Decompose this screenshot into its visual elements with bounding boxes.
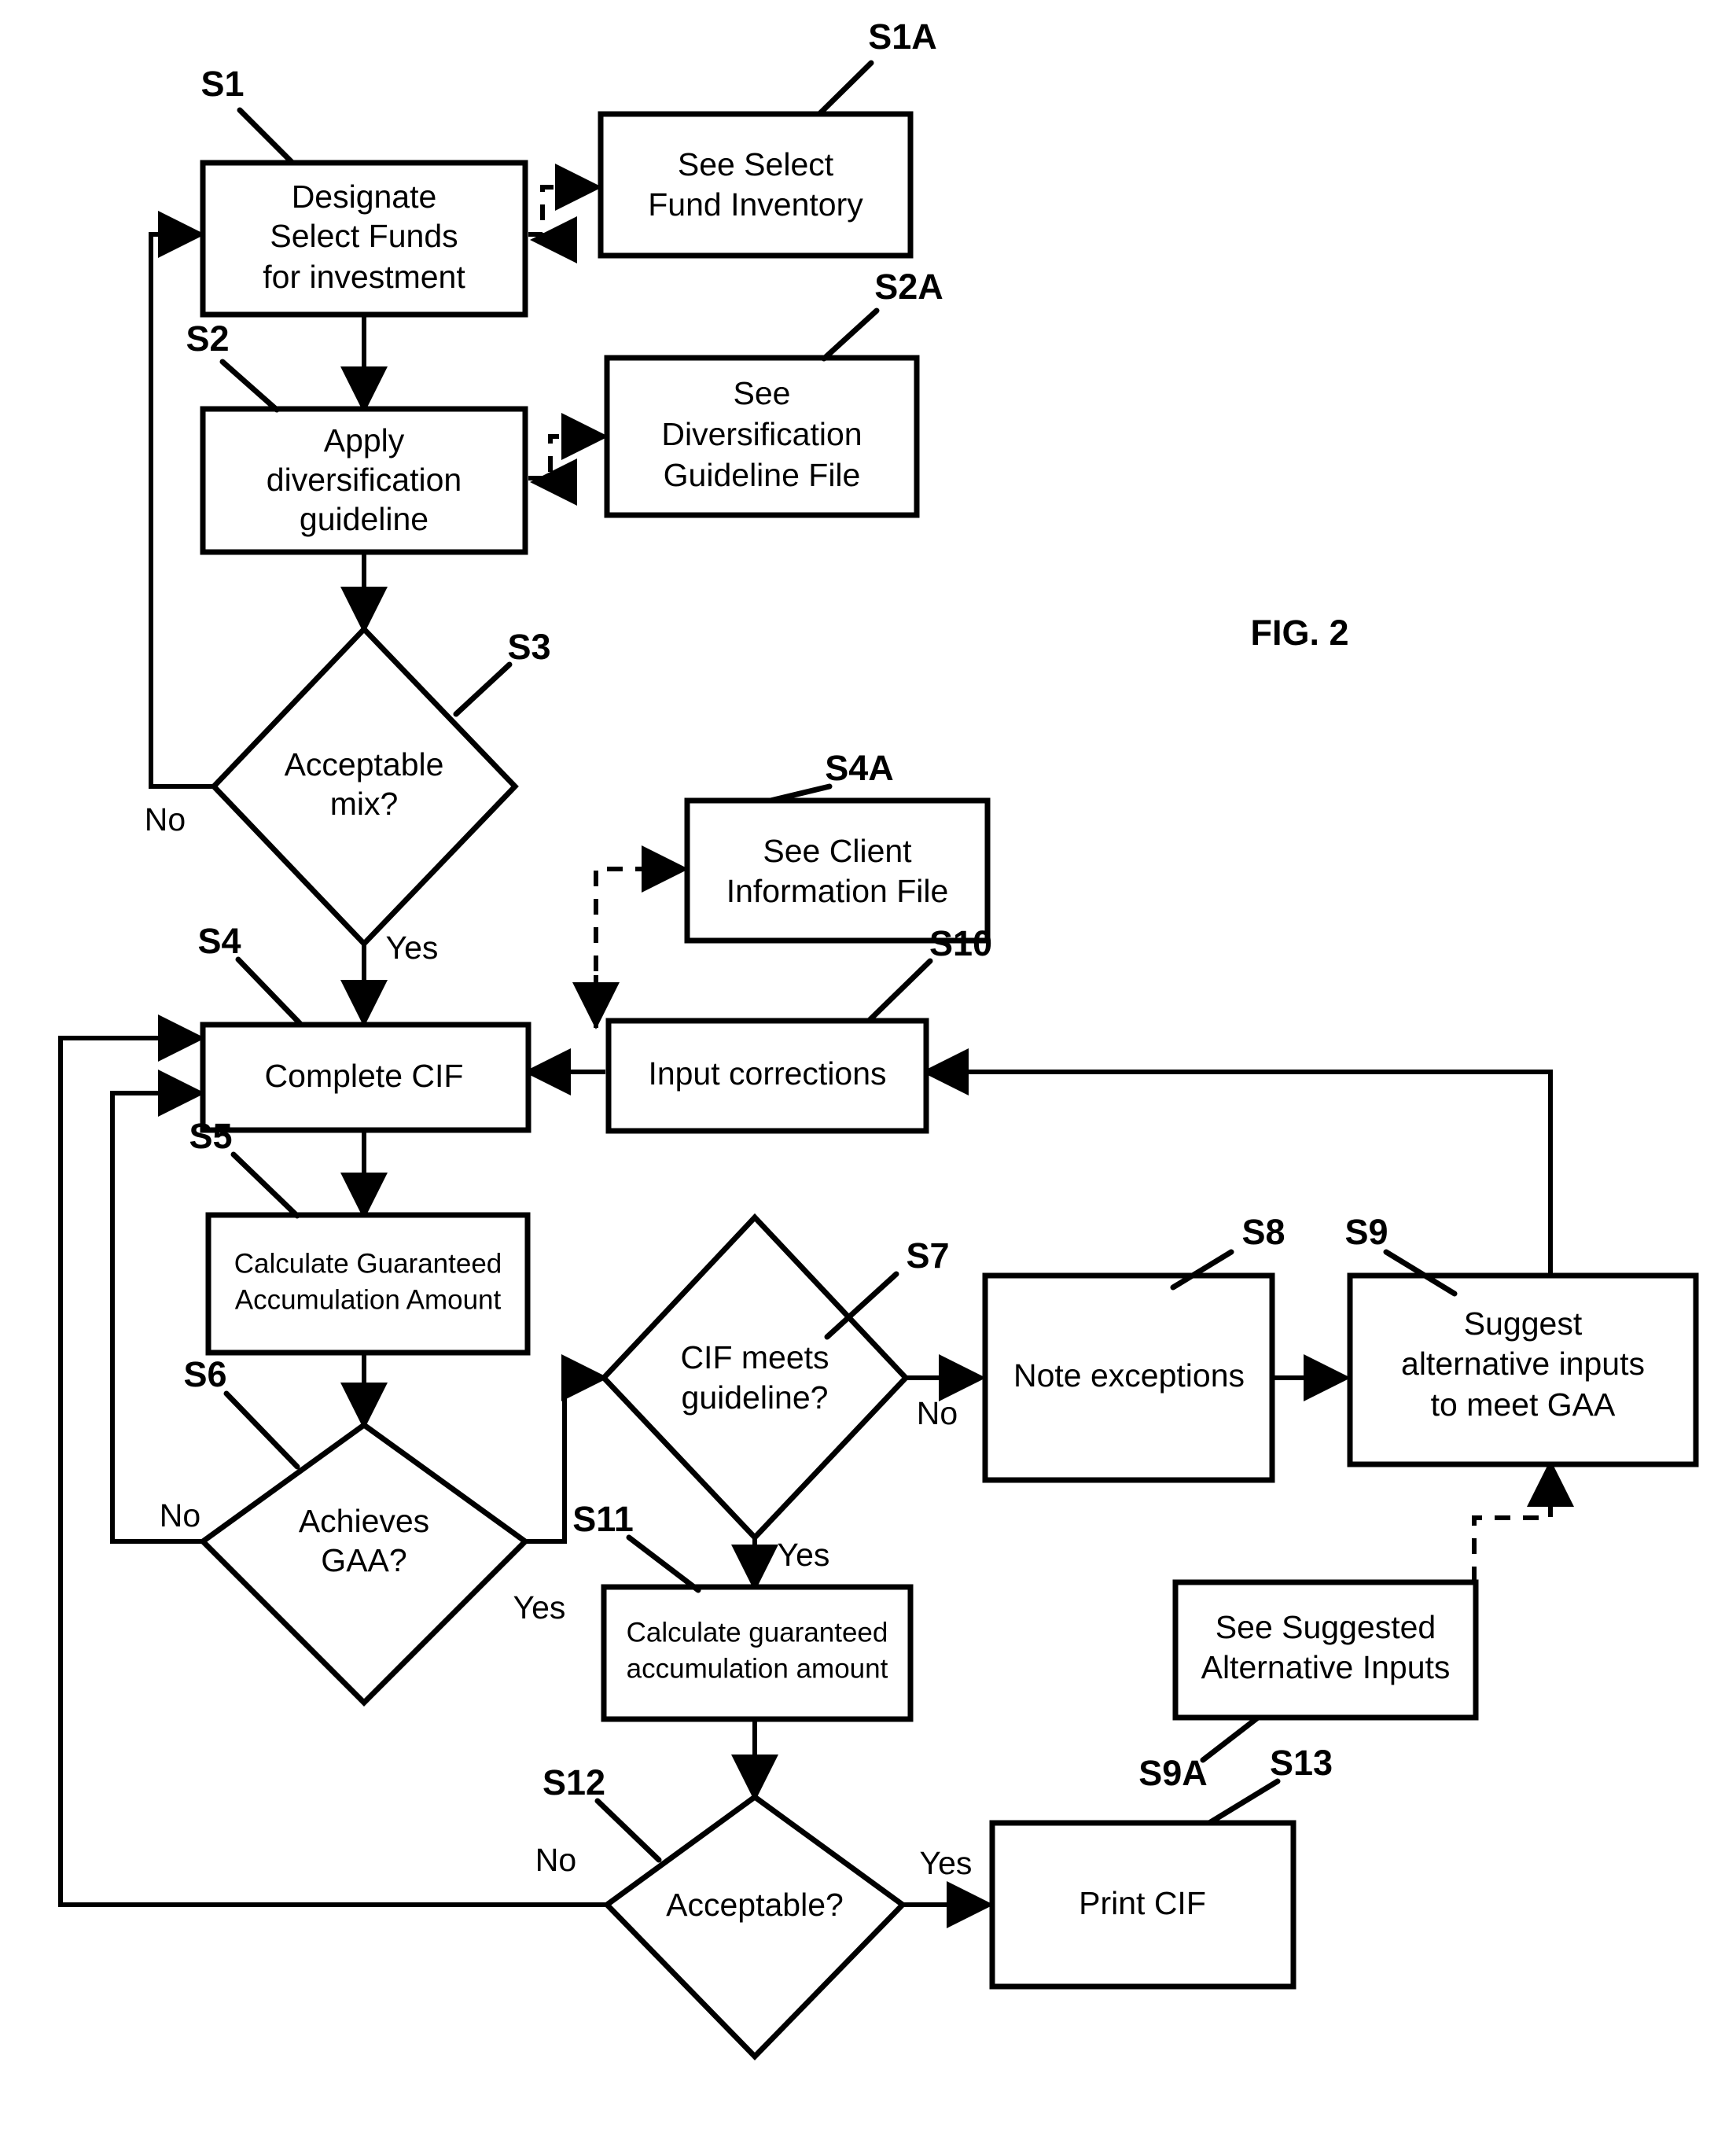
ref-label-s12: S12 [542, 1762, 605, 1802]
node-s12-diamond[interactable] [602, 1793, 907, 2061]
node-s11-line-2: accumulation amount [627, 1653, 888, 1684]
ref-label-s13: S13 [1270, 1743, 1333, 1783]
node-s3-line-1: Acceptable [285, 746, 444, 782]
branch-label-s6-yes: Yes [513, 1589, 566, 1626]
leader-s11 [626, 1534, 701, 1593]
ref-label-s10: S10 [929, 923, 992, 963]
node-s8-line-1: Note exceptions [1013, 1357, 1245, 1394]
node-s1-line-2: Select Funds [270, 218, 458, 254]
node-s9-line-2: alternative inputs [1401, 1346, 1645, 1382]
ref-label-s9: S9 [1344, 1212, 1388, 1252]
ref-label-s8: S8 [1241, 1212, 1285, 1252]
ref-label-s7: S7 [906, 1235, 949, 1276]
branch-label-s7-yes: Yes [778, 1537, 830, 1573]
connector-s1-to-s1a-dashed [528, 164, 602, 237]
leader-s9a [1200, 1714, 1261, 1763]
flowchart-svg: Designate Select Funds for investment Se… [58, 17, 1699, 2061]
node-s4a-line-1: See Client [763, 833, 912, 869]
branch-label-s7-no: No [917, 1395, 958, 1431]
node-s13-line-1: Print CIF [1079, 1885, 1206, 1921]
node-s7-line-1: CIF meets [680, 1339, 829, 1375]
ref-label-s6: S6 [183, 1354, 226, 1394]
leader-s5 [230, 1151, 300, 1219]
node-s2a-line-2: Diversification [661, 416, 862, 452]
branch-label-s3-yes: Yes [386, 930, 439, 966]
node-s2a-line-3: Guideline File [664, 457, 861, 493]
node-s7-line-2: guideline? [682, 1379, 829, 1416]
leader-s6 [223, 1390, 300, 1470]
node-s5-line-2: Accumulation Amount [235, 1284, 502, 1315]
leader-s2a [821, 307, 880, 362]
node-s2-line-2: diversification [267, 462, 462, 498]
connector-s9-to-s10 [921, 1048, 1553, 1298]
ref-label-s5: S5 [189, 1116, 232, 1156]
node-s1a-line-1: See Select [678, 146, 834, 182]
ref-label-s9a: S9A [1138, 1753, 1208, 1793]
node-s11-line-1: Calculate guaranteed [627, 1617, 888, 1648]
connector-s6-no-to-s4 [110, 1070, 205, 1544]
node-s4a-box[interactable] [684, 797, 991, 944]
connector-s2-to-s2a-dashed [528, 413, 609, 481]
node-s10-line-1: Input corrections [648, 1055, 886, 1092]
ref-label-s2: S2 [186, 319, 229, 359]
ref-label-s3: S3 [507, 627, 550, 667]
ref-label-s11: S11 [572, 1499, 634, 1539]
branch-label-s6-no: No [160, 1497, 200, 1534]
leader-s13 [1206, 1778, 1281, 1826]
leader-s2 [219, 359, 280, 413]
node-s2-line-3: guideline [300, 501, 428, 537]
node-s1a-box[interactable] [598, 111, 914, 259]
node-s3-line-2: mix? [330, 786, 399, 822]
connector-s9a-to-s9-dashed [1472, 1460, 1574, 1582]
leader-s1a [816, 60, 874, 117]
ref-label-s2a: S2A [874, 267, 943, 307]
node-s1-line-3: for investment [263, 259, 465, 295]
node-s12-line-1: Acceptable? [666, 1887, 844, 1923]
node-s9-line-3: to meet GAA [1431, 1386, 1616, 1423]
leader-s3-line [453, 661, 513, 717]
branch-label-s3-no: No [145, 801, 186, 838]
leader-s12 [594, 1798, 662, 1863]
node-s1-line-1: Designate [292, 179, 437, 215]
ref-label-s1: S1 [200, 64, 244, 104]
ref-label-s4a: S4A [825, 748, 894, 788]
node-s5-line-1: Calculate Guaranteed [234, 1248, 502, 1279]
node-s2a-line-1: See [734, 375, 791, 411]
node-s2-line-1: Apply [324, 422, 405, 458]
node-s4a-line-2: Information File [726, 873, 949, 909]
node-s1a-line-2: Fund Inventory [648, 186, 863, 223]
node-s7-diamond[interactable] [600, 1213, 910, 1542]
connector-s4a-dashed [594, 845, 689, 1028]
node-s9a-line-1: See Suggested [1216, 1609, 1436, 1645]
branch-label-s12-no: No [535, 1842, 576, 1878]
node-s4-line-1: Complete CIF [265, 1058, 464, 1094]
node-s9a-line-2: Alternative Inputs [1201, 1649, 1451, 1685]
ref-label-s4: S4 [197, 921, 241, 961]
node-s6-line-2: GAA? [321, 1542, 406, 1578]
leader-s1 [237, 107, 296, 166]
leader-s4 [235, 956, 304, 1028]
node-s9-line-1: Suggest [1464, 1305, 1583, 1342]
node-s6-line-1: Achieves [299, 1503, 429, 1539]
ref-label-s1a: S1A [868, 17, 937, 57]
branch-label-s12-yes: Yes [920, 1845, 973, 1881]
figure-label: FIG. 2 [1250, 613, 1348, 653]
patent-figure-canvas: Designate Select Funds for investment Se… [0, 0, 1736, 2143]
leader-s10 [866, 958, 933, 1024]
